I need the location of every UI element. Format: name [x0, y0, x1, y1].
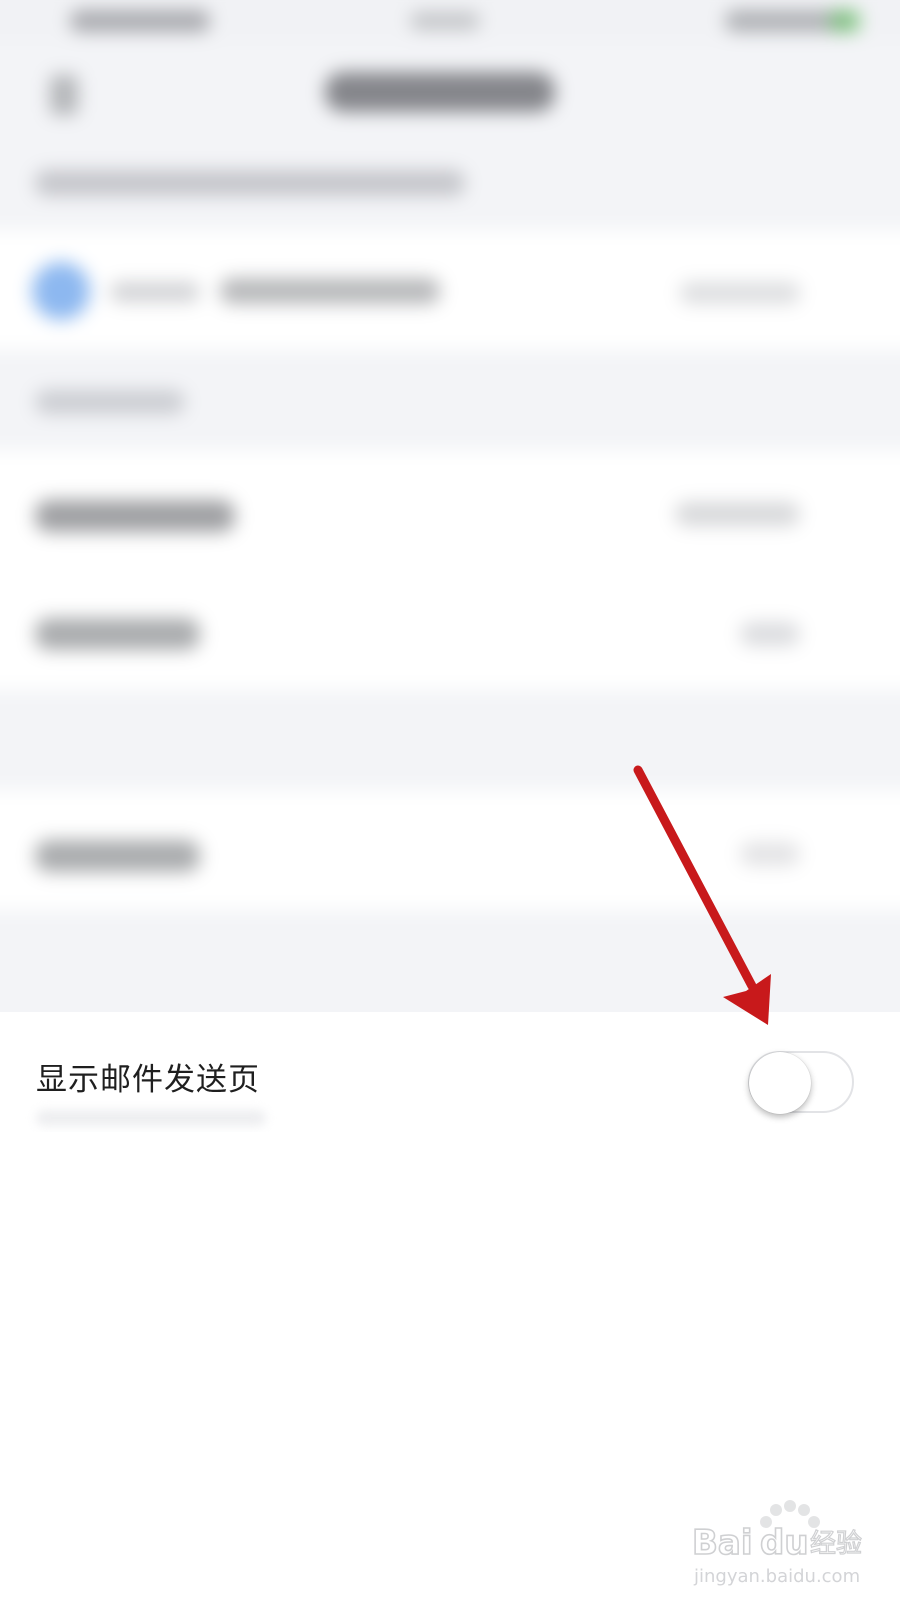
- settings-item-value-blurred: [740, 842, 800, 866]
- svg-text:Bai: Bai: [692, 1523, 753, 1563]
- settings-item-value-blurred: [740, 622, 800, 646]
- status-bar-center: [410, 12, 480, 30]
- account-value-blurred: [680, 282, 800, 304]
- back-icon[interactable]: [50, 75, 78, 115]
- battery-icon: [830, 10, 860, 32]
- setting-description-blurred: [36, 1110, 266, 1126]
- show-send-page-toggle[interactable]: [748, 1051, 854, 1114]
- blurred-background: [0, 0, 900, 1060]
- screen: 显示邮件发送页 Bai du 经验 jingyan.baidu.com: [0, 0, 900, 1600]
- setting-label: 显示邮件发送页: [36, 1062, 260, 1098]
- settings-item-blurred[interactable]: [35, 500, 235, 532]
- page-title-blurred: [325, 72, 555, 112]
- section-header-blurred: [35, 390, 185, 414]
- svg-text:jingyan.baidu.com: jingyan.baidu.com: [693, 1566, 860, 1587]
- account-email-blurred: [220, 278, 440, 304]
- section-description-blurred: [35, 170, 465, 196]
- show-send-page-row[interactable]: 显示邮件发送页: [0, 1012, 900, 1132]
- svg-text:du: du: [760, 1523, 809, 1563]
- status-bar-left: [70, 10, 210, 32]
- avatar: [32, 262, 90, 320]
- settings-item-blurred[interactable]: [35, 840, 200, 872]
- settings-group: [0, 450, 900, 690]
- toggle-knob[interactable]: [749, 1052, 811, 1114]
- account-label-blurred: [110, 282, 200, 302]
- svg-text:经验: 经验: [810, 1529, 862, 1559]
- baidu-watermark-logo: Bai du 经验 jingyan.baidu.com: [691, 1500, 863, 1587]
- settings-item-value-blurred: [675, 502, 800, 526]
- settings-item-blurred[interactable]: [35, 618, 200, 650]
